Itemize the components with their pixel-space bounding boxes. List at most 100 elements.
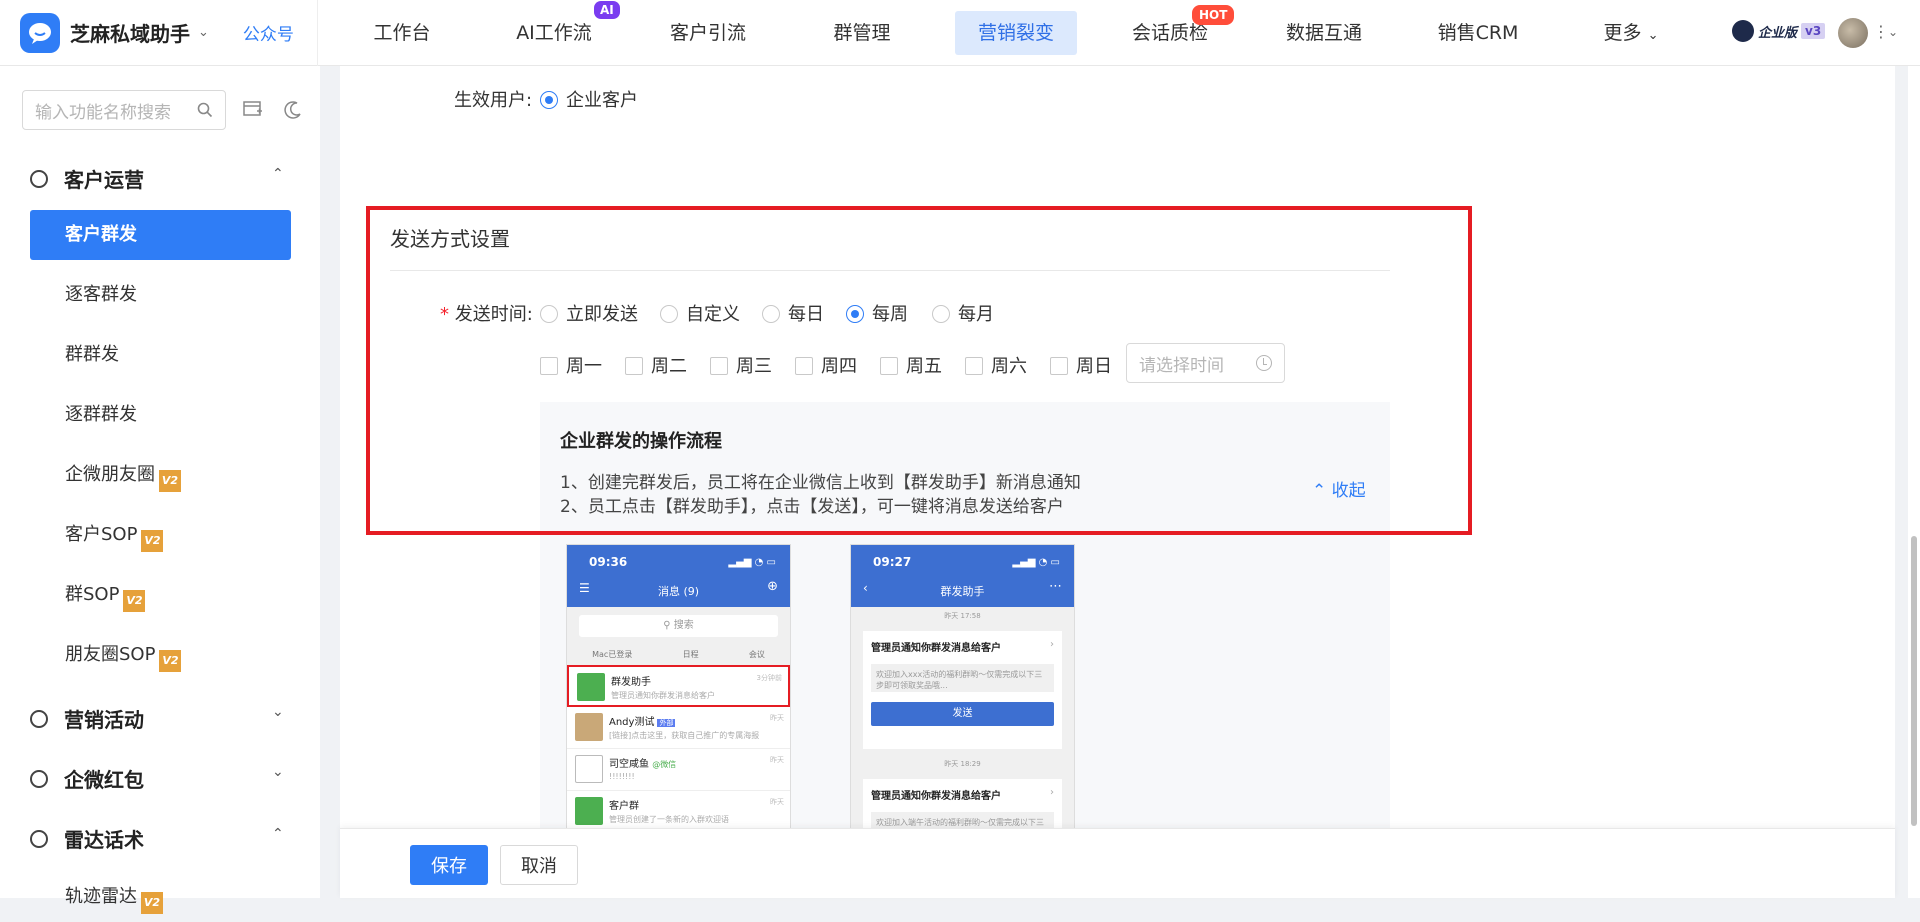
top-bar: 芝麻私域助手 ⌄ 公众号 工作台 AI工作流 AI 客户引流 群管理 营销裂变 … [0, 0, 1920, 66]
gzh-link[interactable]: 公众号 [243, 20, 294, 45]
sidebar-item-label: 企微朋友圈 [65, 464, 155, 485]
checkbox-sun[interactable]: 周日 [1050, 352, 1112, 378]
checkbox-mon[interactable]: 周一 [540, 352, 602, 378]
nav-more[interactable]: 更多 ⌄ [1596, 11, 1666, 55]
sidebar-item-group-sop[interactable]: 群SOP V2 [30, 570, 291, 620]
radio-label: 每月 [958, 304, 994, 325]
layout-icon[interactable] [242, 100, 264, 122]
brand[interactable]: 芝麻私域助手 ⌄ 公众号 [0, 0, 318, 66]
chat-item: Andy测试 外部 [链接]点击这里，获取自己推广的专属海报 昨天 [567, 707, 790, 749]
message-card: 管理员通知你群发消息给客户 › 欢迎加入xxx活动的福利群哟～仅需完成以下三步即… [863, 631, 1062, 749]
checkbox-fri[interactable]: 周五 [880, 352, 942, 378]
nav-workbench[interactable]: 工作台 [354, 11, 450, 55]
nav-ai-workflow[interactable]: AI工作流 [506, 11, 602, 55]
chat-tag: @微信 [652, 760, 677, 769]
phone-tool: 会议 [748, 650, 765, 659]
phone-header: 09:36 ▂▄▆ ◔ ▭ ☰ 消息 (9) ⊕ [567, 545, 790, 607]
chevron-right-icon: › [1050, 639, 1054, 650]
radio-label: 每日 [788, 304, 824, 325]
sidebar-item-customer-sop[interactable]: 客户SOP V2 [30, 510, 291, 560]
radio-monthly[interactable]: 每月 [932, 300, 994, 326]
cancel-button[interactable]: 取消 [500, 845, 578, 885]
chevron-down-icon[interactable]: ⌄ [1888, 25, 1898, 39]
phone-title: 群发助手 [940, 585, 985, 598]
chevron-up-icon[interactable]: ⌃ [272, 166, 284, 182]
chevron-up-icon[interactable]: ⌃ [272, 826, 284, 842]
sidebar-group-label: 雷达话术 [64, 828, 144, 852]
sidebar-group-red-packet[interactable]: 企微红包 [30, 764, 144, 793]
nav-marketing-fission[interactable]: 营销裂变 [955, 11, 1077, 55]
radio-label: 企业客户 [566, 90, 638, 111]
radar-icon [30, 829, 48, 848]
send-time-label-text: 发送时间: [454, 304, 533, 325]
search-icon[interactable] [197, 102, 213, 118]
search-icon: ⚲ [663, 620, 671, 631]
nav-sales-crm[interactable]: 销售CRM [1428, 11, 1528, 55]
collapse-button[interactable]: ⌃ 收起 [1312, 476, 1366, 501]
checkbox-tue[interactable]: 周二 [625, 352, 687, 378]
chevron-down-icon[interactable]: ⌄ [198, 25, 209, 40]
moon-icon[interactable] [282, 100, 304, 122]
nav-group-management[interactable]: 群管理 [814, 11, 910, 55]
checkbox-label: 周六 [991, 356, 1027, 377]
phone-tool: Mac已登录 [592, 650, 633, 659]
nav-data-sync[interactable]: 数据互通 [1276, 11, 1372, 55]
sidebar-group-customer-ops[interactable]: 客户运营 [30, 164, 144, 193]
chat-name: Andy测试 [609, 717, 655, 728]
sidebar-search[interactable]: 输入功能名称搜索 [22, 90, 226, 130]
sidebar-group-radar[interactable]: 雷达话术 [30, 824, 144, 853]
card-title: 管理员通知你群发消息给客户 [871, 791, 1001, 802]
phone-tools: Mac已登录 日程 会议 [567, 645, 790, 665]
sidebar-item-customer-mass-send[interactable]: 客户群发 [30, 210, 291, 260]
scrollbar-thumb[interactable] [1911, 536, 1917, 826]
chevron-down-icon[interactable]: ⌄ [272, 704, 284, 720]
radio-daily[interactable]: 每日 [762, 300, 824, 326]
marketing-icon [30, 709, 48, 728]
checkbox-thu[interactable]: 周四 [795, 352, 857, 378]
phone-title: 消息 (9) [657, 585, 700, 598]
chat-msg: [链接]点击这里，获取自己推广的专属海报 [609, 731, 760, 740]
app-logo-icon [20, 12, 60, 53]
search-input[interactable]: 输入功能名称搜索 [35, 98, 197, 123]
radio-custom[interactable]: 自定义 [660, 300, 740, 326]
ai-badge: AI [594, 1, 620, 19]
chat-item: 司空咸鱼 @微信 !!!!!!!! 昨天 [567, 749, 790, 791]
chevron-down-icon[interactable]: ⌄ [272, 764, 284, 780]
save-button[interactable]: 保存 [410, 845, 488, 885]
radio-enterprise-customer[interactable]: 企业客户 [540, 86, 638, 112]
nav-customer-acquisition[interactable]: 客户引流 [660, 11, 756, 55]
chat-name: 客户群 [609, 801, 639, 812]
radio-send-now[interactable]: 立即发送 [540, 300, 638, 326]
sidebar-item-per-group-send[interactable]: 逐群群发 [30, 390, 291, 440]
chat-msg: 管理员创建了一条新的入群欢迎语 [609, 815, 729, 824]
chat-avatar [575, 755, 603, 783]
radio-weekly[interactable]: 每周 [846, 300, 908, 326]
timestamp: 昨天 17:58 [944, 612, 981, 620]
sidebar-item-trace-radar[interactable]: 轨迹雷达 V2 [30, 872, 291, 922]
red-packet-icon [30, 769, 48, 788]
sidebar-item-moments-sop[interactable]: 朋友圈SOP V2 [30, 630, 291, 680]
signal-icon: ▂▄▆ ◔ ▭ [1012, 557, 1060, 568]
sidebar-item-moments[interactable]: 企微朋友圈 V2 [30, 450, 291, 500]
time-picker[interactable]: 请选择时间 [1126, 343, 1285, 383]
checkbox-sat[interactable]: 周六 [965, 352, 1027, 378]
checkbox-label: 周二 [651, 356, 687, 377]
radio-icon [540, 305, 558, 323]
radio-icon [932, 305, 950, 323]
sidebar-item-group-send[interactable]: 群群发 [30, 330, 291, 380]
checkbox-icon [965, 357, 983, 375]
more-dots-icon[interactable]: ⋮ [1873, 22, 1889, 41]
flow-title: 企业群发的操作流程 [560, 431, 722, 452]
checkbox-wed[interactable]: 周三 [710, 352, 772, 378]
chat-time: 3分钟前 [756, 674, 782, 682]
scrollbar[interactable] [1908, 66, 1920, 898]
sidebar-item-per-customer-send[interactable]: 逐客群发 [30, 270, 291, 320]
hot-badge: HOT [1192, 5, 1235, 25]
avatar[interactable] [1838, 18, 1868, 48]
checkbox-icon [625, 357, 643, 375]
group-icon [575, 797, 603, 825]
phone-time: 09:36 [589, 555, 628, 569]
sidebar-group-marketing[interactable]: 营销活动 [30, 704, 144, 733]
chevron-up-icon: ⌃ [1312, 481, 1327, 501]
radio-checked-icon [540, 91, 558, 109]
